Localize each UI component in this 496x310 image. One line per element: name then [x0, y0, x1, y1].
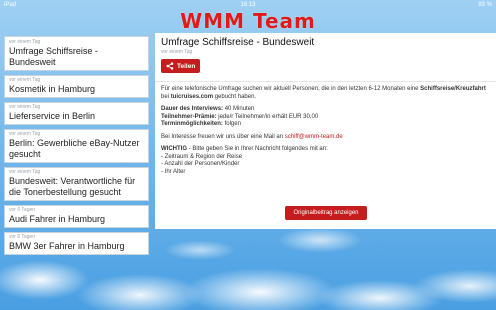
detail-panel: Umfrage Schiffsreise - Bundesweit vor ei… [155, 33, 496, 229]
list-item[interactable]: vor einem Tag Bundesweit: Verantwortlich… [4, 167, 149, 201]
facts-paragraph: Dauer des Interviews: 40 Minuten Teilneh… [161, 106, 319, 127]
item-title: Berlin: Gewerbliche eBay-Nutzer gesucht [9, 138, 140, 159]
item-title: Bundesweit: Verantwortliche für die Tone… [9, 176, 136, 197]
contact-paragraph: Bei Interesse freuen wir uns über eine M… [161, 133, 343, 140]
email-link[interactable]: schiff@wmm-team.de [285, 134, 343, 140]
divider [155, 81, 496, 82]
item-date: vor einem Tag [9, 77, 41, 83]
item-title: Lieferservice in Berlin [9, 111, 96, 121]
list-item[interactable]: vor einem Tag Kosmetik in Hamburg [4, 75, 149, 98]
item-date: vor einem Tag [9, 131, 41, 137]
share-icon [166, 62, 174, 70]
item-title: Umfrage Schiffsreise - Bundesweit [9, 46, 98, 67]
item-date: vor 6 Tagen [9, 207, 36, 213]
item-title: Audi Fahrer in Hamburg [9, 214, 106, 224]
item-date: vor 6 Tagen [9, 234, 36, 240]
item-title: BMW 3er Fahrer in Hamburg [9, 241, 125, 251]
list-item[interactable]: vor 6 Tagen BMW 3er Fahrer in Hamburg [4, 232, 149, 255]
intro-paragraph: Für eine telefonische Umfrage suchen wir… [161, 86, 486, 100]
detail-title: Umfrage Schiffsreise - Bundesweit [161, 37, 315, 48]
share-button[interactable]: Teilen [161, 59, 201, 73]
item-title: Kosmetik in Hamburg [9, 84, 96, 94]
show-original-button[interactable]: Originalbeitrag anzeigen [285, 206, 367, 220]
share-label: Teilen [177, 62, 196, 70]
battery-indicator: 93 % [478, 2, 492, 8]
app-title: WMM Team [180, 9, 316, 33]
detail-date: vor einem Tag [161, 49, 193, 55]
item-date: vor einem Tag [9, 39, 41, 45]
list-item[interactable]: vor einem Tag Umfrage Schiffsreise - Bun… [4, 36, 149, 71]
list-item[interactable]: vor 6 Tagen Audi Fahrer in Hamburg [4, 205, 149, 228]
item-date: vor einem Tag [9, 169, 41, 175]
detail-body: Für eine telefonische Umfrage suchen wir… [161, 86, 490, 176]
list-item[interactable]: vor einem Tag Berlin: Gewerbliche eBay-N… [4, 129, 149, 163]
sidebar: vor einem Tag Umfrage Schiffsreise - Bun… [4, 36, 149, 259]
item-date: vor einem Tag [9, 104, 41, 110]
important-paragraph: WICHTIG - Bitte geben Sie in Ihrer Nachr… [161, 146, 328, 175]
list-item[interactable]: vor einem Tag Lieferservice in Berlin [4, 102, 149, 125]
